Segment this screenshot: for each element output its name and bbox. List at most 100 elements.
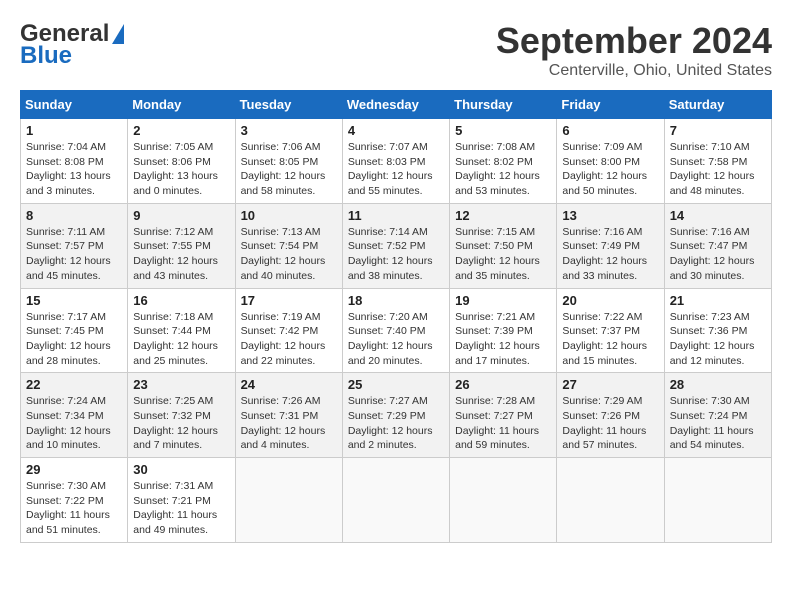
day-cell-7: 7 Sunrise: 7:10 AMSunset: 7:58 PMDaylight… xyxy=(664,119,771,204)
day-cell-20: 20 Sunrise: 7:22 AMSunset: 7:37 PMDayligh… xyxy=(557,288,664,373)
day-info: Sunrise: 7:12 AMSunset: 7:55 PMDaylight:… xyxy=(133,225,229,284)
day-number: 21 xyxy=(670,293,766,308)
day-cell-26: 26 Sunrise: 7:28 AMSunset: 7:27 PMDayligh… xyxy=(450,373,557,458)
day-number: 11 xyxy=(348,208,444,223)
day-cell-2: 2Sunrise: 7:05 AMSunset: 8:06 PMDaylight… xyxy=(128,119,235,204)
day-number: 19 xyxy=(455,293,551,308)
day-info: Sunrise: 7:27 AMSunset: 7:29 PMDaylight:… xyxy=(348,394,444,453)
logo: General Blue xyxy=(20,20,124,70)
day-info: Sunrise: 7:16 AMSunset: 7:47 PMDaylight:… xyxy=(670,225,766,284)
day-info: Sunrise: 7:24 AMSunset: 7:34 PMDaylight:… xyxy=(26,394,122,453)
day-info: Sunrise: 7:10 AMSunset: 7:58 PMDaylight:… xyxy=(670,140,766,199)
day-number: 9 xyxy=(133,208,229,223)
day-info: Sunrise: 7:04 AMSunset: 8:08 PMDaylight:… xyxy=(26,140,122,199)
day-number: 15 xyxy=(26,293,122,308)
title-area: September 2024 Centerville, Ohio, United… xyxy=(496,20,772,80)
day-info: Sunrise: 7:06 AMSunset: 8:05 PMDaylight:… xyxy=(241,140,337,199)
day-cell-22: 22 Sunrise: 7:24 AMSunset: 7:34 PMDayligh… xyxy=(21,373,128,458)
day-number: 14 xyxy=(670,208,766,223)
day-info: Sunrise: 7:28 AMSunset: 7:27 PMDaylight:… xyxy=(455,394,551,453)
day-info: Sunrise: 7:14 AMSunset: 7:52 PMDaylight:… xyxy=(348,225,444,284)
day-info: Sunrise: 7:26 AMSunset: 7:31 PMDaylight:… xyxy=(241,394,337,453)
col-header-wednesday: Wednesday xyxy=(342,91,449,119)
day-cell-5: 5 Sunrise: 7:08 AMSunset: 8:02 PMDaylight… xyxy=(450,119,557,204)
day-cell-28: 28 Sunrise: 7:30 AMSunset: 7:24 PMDayligh… xyxy=(664,373,771,458)
day-cell-18: 18 Sunrise: 7:20 AMSunset: 7:40 PMDayligh… xyxy=(342,288,449,373)
day-number: 27 xyxy=(562,377,658,392)
day-number: 26 xyxy=(455,377,551,392)
page-header: General Blue September 2024 Centerville,… xyxy=(20,20,772,80)
day-info: Sunrise: 7:21 AMSunset: 7:39 PMDaylight:… xyxy=(455,310,551,369)
day-info: Sunrise: 7:09 AMSunset: 8:00 PMDaylight:… xyxy=(562,140,658,199)
day-cell-14: 14 Sunrise: 7:16 AMSunset: 7:47 PMDayligh… xyxy=(664,203,771,288)
day-info: Sunrise: 7:16 AMSunset: 7:49 PMDaylight:… xyxy=(562,225,658,284)
day-number: 29 xyxy=(26,462,122,477)
day-info: Sunrise: 7:08 AMSunset: 8:02 PMDaylight:… xyxy=(455,140,551,199)
day-number: 1 xyxy=(26,123,122,138)
day-number: 6 xyxy=(562,123,658,138)
day-cell-27: 27 Sunrise: 7:29 AMSunset: 7:26 PMDayligh… xyxy=(557,373,664,458)
day-number: 28 xyxy=(670,377,766,392)
day-number: 8 xyxy=(26,208,122,223)
day-cell-25: 25 Sunrise: 7:27 AMSunset: 7:29 PMDayligh… xyxy=(342,373,449,458)
empty-cell xyxy=(664,458,771,543)
day-number: 7 xyxy=(670,123,766,138)
day-cell-10: 10Sunrise: 7:13 AMSunset: 7:54 PMDayligh… xyxy=(235,203,342,288)
day-number: 13 xyxy=(562,208,658,223)
day-number: 30 xyxy=(133,462,229,477)
day-number: 3 xyxy=(241,123,337,138)
day-number: 23 xyxy=(133,377,229,392)
day-cell-9: 9 Sunrise: 7:12 AMSunset: 7:55 PMDaylight… xyxy=(128,203,235,288)
day-cell-8: 8 Sunrise: 7:11 AMSunset: 7:57 PMDaylight… xyxy=(21,203,128,288)
empty-cell xyxy=(557,458,664,543)
day-cell-12: 12Sunrise: 7:15 AMSunset: 7:50 PMDayligh… xyxy=(450,203,557,288)
day-info: Sunrise: 7:11 AMSunset: 7:57 PMDaylight:… xyxy=(26,225,122,284)
col-header-tuesday: Tuesday xyxy=(235,91,342,119)
day-cell-11: 11 Sunrise: 7:14 AMSunset: 7:52 PMDayligh… xyxy=(342,203,449,288)
day-info: Sunrise: 7:23 AMSunset: 7:36 PMDaylight:… xyxy=(670,310,766,369)
day-number: 22 xyxy=(26,377,122,392)
col-header-friday: Friday xyxy=(557,91,664,119)
day-info: Sunrise: 7:31 AMSunset: 7:21 PMDaylight:… xyxy=(133,479,229,538)
day-info: Sunrise: 7:30 AMSunset: 7:22 PMDaylight:… xyxy=(26,479,122,538)
col-header-sunday: Sunday xyxy=(21,91,128,119)
day-number: 2 xyxy=(133,123,229,138)
logo-triangle-icon xyxy=(112,24,124,44)
day-number: 24 xyxy=(241,377,337,392)
day-cell-17: 17Sunrise: 7:19 AMSunset: 7:42 PMDayligh… xyxy=(235,288,342,373)
day-number: 16 xyxy=(133,293,229,308)
day-cell-13: 13 Sunrise: 7:16 AMSunset: 7:49 PMDayligh… xyxy=(557,203,664,288)
col-header-thursday: Thursday xyxy=(450,91,557,119)
calendar-table: SundayMondayTuesdayWednesdayThursdayFrid… xyxy=(20,90,772,543)
day-number: 5 xyxy=(455,123,551,138)
col-header-saturday: Saturday xyxy=(664,91,771,119)
day-info: Sunrise: 7:30 AMSunset: 7:24 PMDaylight:… xyxy=(670,394,766,453)
day-number: 4 xyxy=(348,123,444,138)
day-info: Sunrise: 7:15 AMSunset: 7:50 PMDaylight:… xyxy=(455,225,551,284)
day-cell-6: 6 Sunrise: 7:09 AMSunset: 8:00 PMDaylight… xyxy=(557,119,664,204)
day-number: 18 xyxy=(348,293,444,308)
day-info: Sunrise: 7:17 AMSunset: 7:45 PMDaylight:… xyxy=(26,310,122,369)
day-info: Sunrise: 7:29 AMSunset: 7:26 PMDaylight:… xyxy=(562,394,658,453)
day-number: 25 xyxy=(348,377,444,392)
day-cell-23: 23Sunrise: 7:25 AMSunset: 7:32 PMDayligh… xyxy=(128,373,235,458)
day-cell-3: 3 Sunrise: 7:06 AMSunset: 8:05 PMDaylight… xyxy=(235,119,342,204)
day-cell-15: 15 Sunrise: 7:17 AMSunset: 7:45 PMDayligh… xyxy=(21,288,128,373)
day-cell-19: 19 Sunrise: 7:21 AMSunset: 7:39 PMDayligh… xyxy=(450,288,557,373)
day-info: Sunrise: 7:20 AMSunset: 7:40 PMDaylight:… xyxy=(348,310,444,369)
day-info: Sunrise: 7:18 AMSunset: 7:44 PMDaylight:… xyxy=(133,310,229,369)
day-cell-16: 16 Sunrise: 7:18 AMSunset: 7:44 PMDayligh… xyxy=(128,288,235,373)
logo-blue: Blue xyxy=(20,42,72,70)
day-cell-30: 30 Sunrise: 7:31 AMSunset: 7:21 PMDayligh… xyxy=(128,458,235,543)
day-cell-4: 4Sunrise: 7:07 AMSunset: 8:03 PMDaylight… xyxy=(342,119,449,204)
day-cell-21: 21 Sunrise: 7:23 AMSunset: 7:36 PMDayligh… xyxy=(664,288,771,373)
empty-cell xyxy=(342,458,449,543)
empty-cell xyxy=(450,458,557,543)
col-header-monday: Monday xyxy=(128,91,235,119)
day-cell-29: 29 Sunrise: 7:30 AMSunset: 7:22 PMDayligh… xyxy=(21,458,128,543)
day-number: 20 xyxy=(562,293,658,308)
day-info: Sunrise: 7:22 AMSunset: 7:37 PMDaylight:… xyxy=(562,310,658,369)
day-cell-24: 24 Sunrise: 7:26 AMSunset: 7:31 PMDayligh… xyxy=(235,373,342,458)
day-number: 10 xyxy=(241,208,337,223)
day-number: 17 xyxy=(241,293,337,308)
